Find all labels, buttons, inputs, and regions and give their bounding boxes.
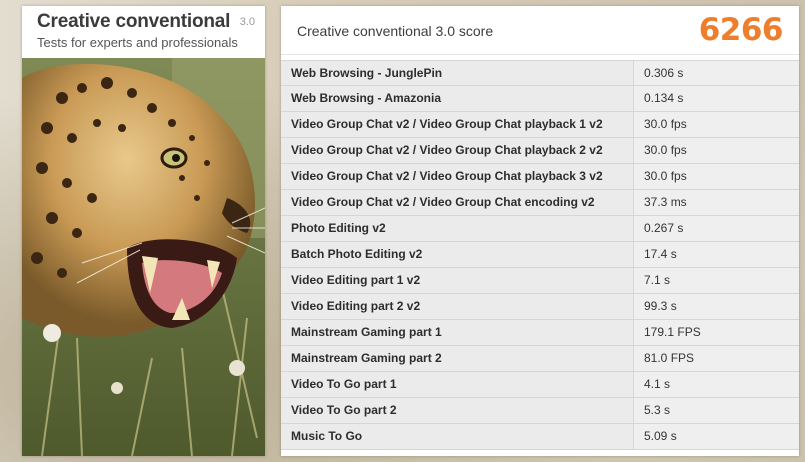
result-value: 0.134 s (634, 86, 799, 111)
result-name: Mainstream Gaming part 1 (281, 320, 634, 345)
score-value: 6266 (698, 12, 784, 48)
result-name: Music To Go (281, 424, 634, 449)
result-value: 30.0 fps (634, 112, 799, 137)
results-panel: Creative conventional 3.0 score 6266 Web… (281, 6, 799, 456)
result-row: Mainstream Gaming part 2 81.0 FPS (281, 346, 799, 372)
result-name: Video Group Chat v2 / Video Group Chat p… (281, 164, 634, 189)
result-row: Video Editing part 1 v2 7.1 s (281, 268, 799, 294)
result-name: Video Group Chat v2 / Video Group Chat p… (281, 112, 634, 137)
result-value: 0.267 s (634, 216, 799, 241)
result-value: 30.0 fps (634, 164, 799, 189)
result-row: Video To Go part 2 5.3 s (281, 398, 799, 424)
result-row: Video Editing part 2 v2 99.3 s (281, 294, 799, 320)
result-row: Web Browsing - Amazonia 0.134 s (281, 86, 799, 112)
result-value: 30.0 fps (634, 138, 799, 163)
result-row: Video Group Chat v2 / Video Group Chat e… (281, 190, 799, 216)
result-name: Video To Go part 2 (281, 398, 634, 423)
result-row: Video Group Chat v2 / Video Group Chat p… (281, 138, 799, 164)
test-card: Creative conventional 3.0 Tests for expe… (22, 6, 265, 456)
result-value: 17.4 s (634, 242, 799, 267)
result-row: Photo Editing v2 0.267 s (281, 216, 799, 242)
result-name: Video Group Chat v2 / Video Group Chat e… (281, 190, 634, 215)
result-value: 7.1 s (634, 268, 799, 293)
result-name: Web Browsing - Amazonia (281, 86, 634, 111)
result-name: Video Editing part 2 v2 (281, 294, 634, 319)
result-value: 4.1 s (634, 372, 799, 397)
result-row: Music To Go 5.09 s (281, 424, 799, 450)
result-name: Video To Go part 1 (281, 372, 634, 397)
test-subtitle: Tests for experts and professionals (37, 35, 238, 50)
result-value: 5.09 s (634, 424, 799, 449)
result-row: Mainstream Gaming part 1 179.1 FPS (281, 320, 799, 346)
result-name: Batch Photo Editing v2 (281, 242, 634, 267)
result-name: Web Browsing - JunglePin (281, 61, 634, 85)
result-row: Web Browsing - JunglePin 0.306 s (281, 60, 799, 86)
result-row: Video Group Chat v2 / Video Group Chat p… (281, 112, 799, 138)
result-row: Batch Photo Editing v2 17.4 s (281, 242, 799, 268)
test-title: Creative conventional (37, 11, 231, 32)
result-value: 5.3 s (634, 398, 799, 423)
score-label: Creative conventional 3.0 score (297, 23, 494, 39)
test-version: 3.0 (239, 16, 255, 28)
result-value: 81.0 FPS (634, 346, 799, 371)
result-name: Video Editing part 1 v2 (281, 268, 634, 293)
result-row: Video Group Chat v2 / Video Group Chat p… (281, 164, 799, 190)
result-value: 99.3 s (634, 294, 799, 319)
score-header: Creative conventional 3.0 score 6266 (281, 6, 799, 55)
result-name: Video Group Chat v2 / Video Group Chat p… (281, 138, 634, 163)
result-name: Photo Editing v2 (281, 216, 634, 241)
leopard-photo (22, 58, 265, 456)
result-name: Mainstream Gaming part 2 (281, 346, 634, 371)
result-value: 0.306 s (634, 61, 799, 85)
result-value: 179.1 FPS (634, 320, 799, 345)
result-row: Video To Go part 1 4.1 s (281, 372, 799, 398)
result-value: 37.3 ms (634, 190, 799, 215)
test-card-header: Creative conventional 3.0 Tests for expe… (22, 6, 265, 58)
results-table: Web Browsing - JunglePin 0.306 s Web Brows… (281, 60, 799, 450)
